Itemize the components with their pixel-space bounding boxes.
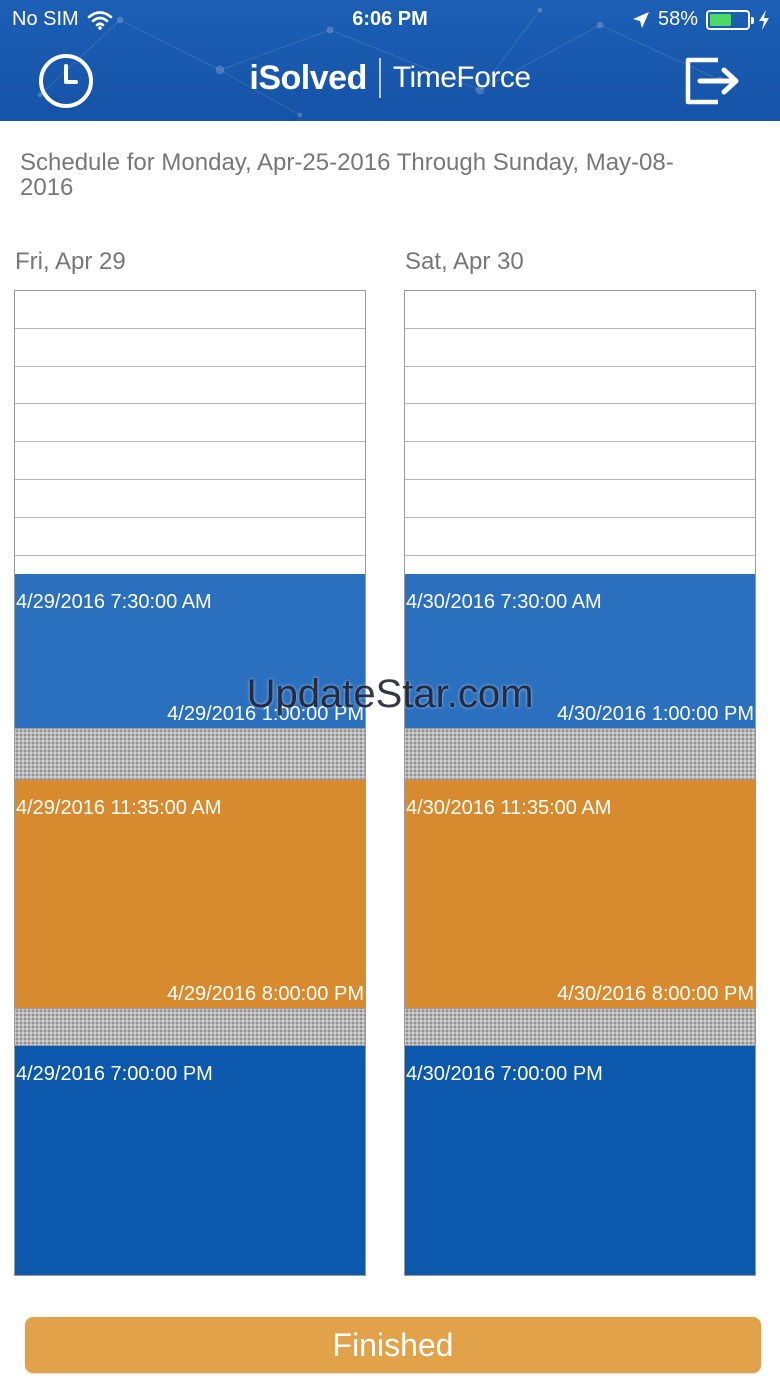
- day-column-sat[interactable]: 4/30/2016 7:30:00 AM 4/30/2016 1:00:00 P…: [404, 290, 756, 1276]
- status-bar: No SIM 6:06 PM 58%: [0, 6, 780, 36]
- schedule-title: Schedule for Monday, Apr-25-2016 Through…: [20, 149, 674, 201]
- shift-start: 4/30/2016 7:30:00 AM: [406, 591, 602, 613]
- status-right: 58%: [632, 8, 770, 31]
- shift-block[interactable]: 4/30/2016 11:35:00 AM 4/30/2016 8:00:00 …: [405, 780, 755, 1008]
- hour-line: [405, 517, 755, 518]
- break-block: [15, 1008, 365, 1046]
- shift-end: 4/29/2016 8:00:00 PM: [167, 983, 364, 1005]
- shift-block[interactable]: 4/29/2016 11:35:00 AM 4/29/2016 8:00:00 …: [15, 780, 365, 1008]
- shift-block[interactable]: 4/30/2016 7:00:00 PM: [405, 1046, 755, 1275]
- hour-line: [405, 555, 755, 556]
- app-header: No SIM 6:06 PM 58% iSolved TimeForce: [0, 0, 780, 121]
- hour-line: [15, 366, 365, 367]
- watermark: UpdateStar.com: [246, 672, 534, 716]
- shift-start: 4/29/2016 7:00:00 PM: [16, 1063, 213, 1085]
- brand-primary: iSolved: [249, 58, 367, 97]
- shift-start: 4/30/2016 7:00:00 PM: [406, 1063, 603, 1085]
- day-column-fri[interactable]: 4/29/2016 7:30:00 AM 4/29/2016 1:00:00 P…: [14, 290, 366, 1276]
- hour-line: [15, 328, 365, 329]
- shift-start: 4/29/2016 7:30:00 AM: [16, 591, 212, 613]
- hour-line: [405, 328, 755, 329]
- battery-icon: [706, 9, 754, 30]
- shift-block[interactable]: 4/29/2016 7:00:00 PM: [15, 1046, 365, 1275]
- battery-percent: 58%: [657, 8, 698, 30]
- logout-icon[interactable]: [684, 56, 742, 106]
- shift-start: 4/30/2016 11:35:00 AM: [406, 797, 612, 819]
- brand-divider: [378, 58, 381, 98]
- break-block: [405, 728, 755, 780]
- brand-secondary: TimeForce: [392, 61, 531, 94]
- shift-start: 4/29/2016 11:35:00 AM: [16, 797, 222, 819]
- break-block: [15, 728, 365, 780]
- hour-line: [405, 366, 755, 367]
- day-label-sat: Sat, Apr 30: [405, 248, 524, 275]
- hour-line: [15, 403, 365, 404]
- hour-line: [405, 403, 755, 404]
- hour-line: [405, 441, 755, 442]
- break-block: [405, 1008, 755, 1046]
- shift-end: 4/30/2016 8:00:00 PM: [557, 983, 754, 1005]
- finished-button[interactable]: Finished: [25, 1317, 761, 1373]
- hour-line: [15, 517, 365, 518]
- hour-line: [405, 479, 755, 480]
- charging-bolt-icon: [759, 9, 769, 30]
- hour-line: [15, 479, 365, 480]
- brand-logo: iSolved TimeForce: [0, 58, 780, 98]
- battery-fill: [710, 13, 731, 26]
- day-label-fri: Fri, Apr 29: [15, 248, 126, 275]
- hour-line: [15, 555, 365, 556]
- hour-line: [15, 441, 365, 442]
- location-arrow-icon: [632, 11, 649, 28]
